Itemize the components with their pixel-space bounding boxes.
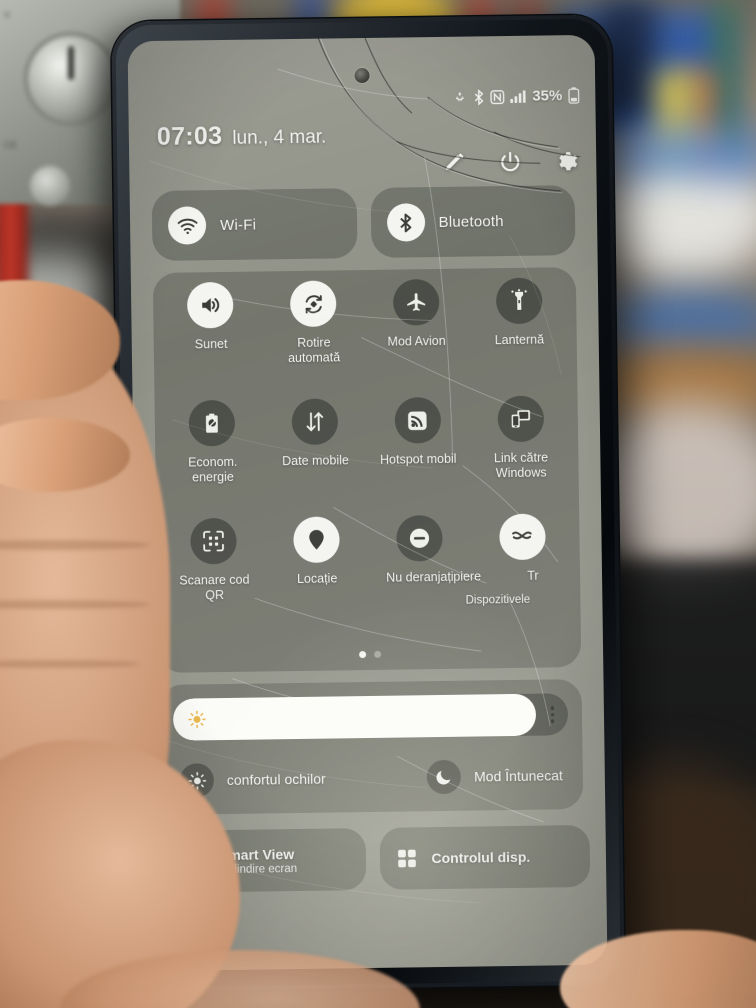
tile-date-mobile[interactable]: Date mobile: [263, 398, 367, 469]
brightness-fill: [172, 693, 537, 741]
brightness-slider[interactable]: [172, 693, 569, 741]
edit-pencil-icon[interactable]: [442, 151, 466, 175]
tile-scanare-cod-qr[interactable]: Scanare cod QR: [162, 517, 266, 603]
ghost-label-right: Tr: [527, 568, 539, 583]
multimeter-knob: [30, 166, 70, 206]
multimeter-label: V: [4, 10, 11, 20]
more-options-icon[interactable]: [550, 706, 555, 723]
device-controls-icon: [395, 841, 417, 875]
toggle-bluetooth-label: Bluetooth: [438, 212, 504, 231]
tile-nu-deranjati[interactable]: Nu deranjați: [368, 514, 472, 586]
device-controls-title: Controlul disp.: [431, 848, 531, 867]
wifi-icon: [167, 206, 207, 245]
phone-screen[interactable]: 35% 07:03 lun., 4 mar. Wi-Fi Bluetooth S…: [127, 34, 608, 972]
hotspot-icon: [394, 396, 442, 444]
do-not-disturb-icon: [396, 514, 443, 562]
tile-label: Hotspot mobil: [379, 451, 457, 467]
sun-icon: [188, 710, 206, 729]
clock-date: lun., 4 mar.: [232, 126, 327, 149]
sync-icon: [452, 90, 467, 105]
tile-sunet[interactable]: Sunet: [159, 281, 263, 352]
smart-view-subtitle: Oglindire ecran: [219, 862, 298, 876]
toggle-eye-comfort[interactable]: confortul ochilor: [179, 760, 410, 798]
clock-time: 07:03: [156, 121, 223, 151]
tile-nearby-share[interactable]: piere Tr Dispozitivele: [453, 513, 574, 607]
sound-icon: [187, 281, 234, 329]
tile-label: Lanternă: [494, 332, 545, 348]
page-dot-1[interactable]: [358, 651, 366, 659]
front-camera-punchhole: [353, 67, 370, 84]
display-mode-row: confortul ochilor Mod Întunecat: [179, 753, 564, 802]
toggle-dark-mode[interactable]: Mod Întunecat: [426, 758, 563, 795]
tile-econom-energie[interactable]: Econom. energie: [161, 399, 265, 485]
status-bar: 35%: [452, 87, 580, 106]
tile-rotire-automata[interactable]: Rotire automată: [262, 280, 366, 366]
multimeter-ce-mark: CE: [4, 140, 18, 150]
ghost-label-bottom: Dispozitivele: [465, 593, 531, 607]
page-indicator[interactable]: [158, 648, 581, 661]
smart-view-icon: [170, 844, 206, 879]
moon-icon: [426, 759, 462, 795]
eye-comfort-label: confortul ochilor: [226, 770, 326, 788]
airplane-icon: [392, 278, 440, 326]
bluetooth-icon: [386, 203, 425, 242]
location-pin-icon: [293, 516, 340, 564]
tile-label: Scanare cod QR: [179, 572, 250, 603]
battery-icon: [568, 87, 580, 104]
quick-settings-panel: 35% 07:03 lun., 4 mar. Wi-Fi Bluetooth S…: [128, 35, 608, 971]
toggle-wifi[interactable]: Wi-Fi: [151, 188, 358, 261]
tile-grid: Sunet Rotire automată Mod Avion Lanternă…: [159, 277, 575, 643]
nearby-share-icon: [498, 513, 546, 561]
tile-mod-avion[interactable]: Mod Avion: [364, 278, 468, 350]
tile-grid-panel: Sunet Rotire automată Mod Avion Lanternă…: [152, 267, 582, 673]
photo-scene: V CE 35% 07:03 lun., 4 mar. Wi-Fi Blueto…: [0, 0, 756, 1008]
tile-label: Econom. energie: [188, 454, 238, 485]
smart-view-title: Smart View: [218, 845, 295, 863]
phone-device: 35% 07:03 lun., 4 mar. Wi-Fi Bluetooth S…: [111, 14, 625, 992]
tile-label: Date mobile: [282, 453, 349, 469]
mobile-data-icon: [291, 398, 339, 446]
tile-label: Sunet: [194, 336, 228, 352]
bluetooth-icon: [473, 88, 484, 105]
clock-date-row[interactable]: 07:03 lun., 4 mar.: [157, 121, 327, 152]
tile-label: Mod Avion: [387, 333, 446, 349]
signal-icon: [510, 90, 526, 103]
toggle-wifi-label: Wi-Fi: [219, 216, 257, 234]
flashlight-icon: [495, 277, 543, 325]
auto-rotate-icon: [290, 280, 337, 328]
tile-locatie[interactable]: Locație: [265, 516, 369, 587]
device-controls-text: Controlul disp.: [431, 849, 530, 866]
qr-scan-icon: [190, 517, 238, 565]
brightness-panel: confortul ochilor Mod Întunecat: [158, 679, 584, 815]
battery-percent: 35%: [532, 87, 563, 105]
link-to-windows-icon: [497, 395, 544, 443]
page-dot-2[interactable]: [373, 650, 381, 658]
nfc-icon: [490, 89, 505, 104]
tile-smart-view[interactable]: Smart View Oglindire ecran: [154, 828, 366, 894]
header-actions: [442, 149, 578, 175]
tile-link-catre-windows[interactable]: Link către Windows: [469, 395, 573, 481]
multimeter-dial: [28, 36, 114, 122]
tile-hotspot-mobil[interactable]: Hotspot mobil: [366, 396, 470, 468]
tile-lanterna[interactable]: Lanternă: [467, 277, 571, 348]
tile-device-controls[interactable]: Controlul disp.: [379, 824, 591, 890]
tile-label: Nu deranjați: [386, 569, 454, 585]
smart-view-text: Smart View Oglindire ecran: [219, 846, 297, 876]
battery-saver-icon: [188, 399, 236, 447]
dark-mode-label: Mod Întunecat: [473, 767, 563, 785]
top-toggle-row: Wi-Fi Bluetooth: [151, 185, 576, 261]
settings-gear-icon[interactable]: [554, 149, 578, 173]
tile-label: Rotire automată: [287, 335, 341, 366]
eye-comfort-icon: [179, 763, 215, 798]
toggle-bluetooth[interactable]: Bluetooth: [370, 185, 576, 258]
tile-label: Locație: [296, 571, 338, 586]
tile-label: Link către Windows: [493, 450, 549, 481]
power-icon[interactable]: [498, 150, 522, 174]
bottom-tile-row: Smart View Oglindire ecran Controlul dis…: [154, 824, 591, 894]
